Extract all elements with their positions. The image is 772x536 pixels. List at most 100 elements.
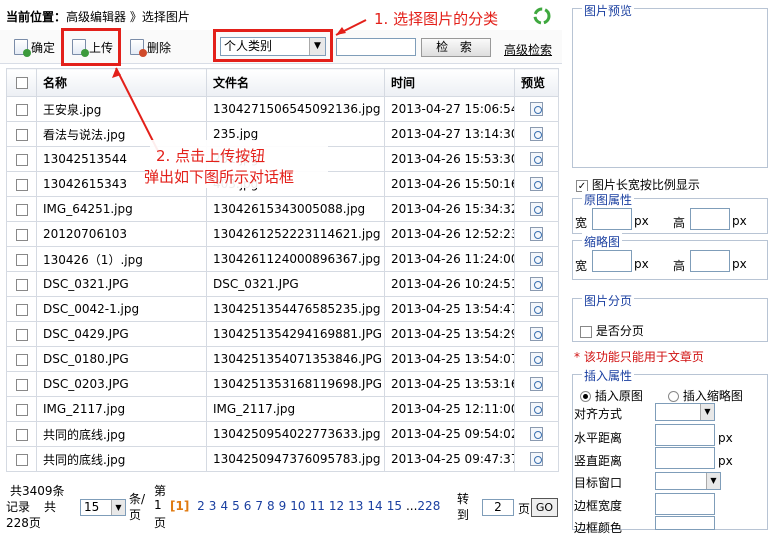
- paging-checkbox[interactable]: [580, 325, 592, 338]
- search-input[interactable]: [336, 38, 416, 56]
- preview-icon[interactable]: [530, 102, 543, 117]
- row-checkbox[interactable]: [15, 128, 28, 141]
- table-row[interactable]: 王安泉.jpg 1304271506545092136.jpg 2013-04-…: [6, 96, 559, 122]
- preview-icon[interactable]: [530, 327, 543, 342]
- page-link[interactable]: 13: [348, 499, 363, 513]
- row-checkbox[interactable]: [15, 353, 28, 366]
- table-row[interactable]: 共同的底线.jpg 1304250947376095783.jpg 2013-0…: [6, 446, 559, 472]
- preview-icon[interactable]: [530, 202, 543, 217]
- column-header-name[interactable]: 名称: [36, 68, 207, 97]
- border-color-input[interactable]: [655, 516, 715, 530]
- table-row[interactable]: DSC_0429.JPG 1304251354294169881.JPG 201…: [6, 321, 559, 347]
- page-link[interactable]: 9: [279, 499, 287, 513]
- insert-original-radio[interactable]: [580, 391, 591, 402]
- preview-icon[interactable]: [530, 152, 543, 167]
- category-select[interactable]: 个人类别 ▼: [220, 37, 326, 56]
- row-checkbox[interactable]: [15, 328, 28, 341]
- row-checkbox[interactable]: [15, 453, 28, 466]
- page-link[interactable]: 11: [310, 499, 325, 513]
- page-link[interactable]: 8: [267, 499, 275, 513]
- row-preview-cell: [514, 346, 559, 372]
- hspace-input[interactable]: [655, 424, 715, 446]
- confirm-label: 确定: [31, 40, 56, 55]
- table-row[interactable]: DSC_0180.JPG 1304251354071353846.JPG 201…: [6, 346, 559, 372]
- confirm-button[interactable]: 确定: [14, 36, 55, 58]
- row-time: 2013-04-25 12:11:00: [384, 396, 515, 422]
- page-link[interactable]: 14: [367, 499, 382, 513]
- refresh-icon[interactable]: [532, 6, 552, 26]
- row-name: 王安泉.jpg: [36, 96, 207, 122]
- page-link[interactable]: 6: [244, 499, 252, 513]
- keep-ratio-checkbox[interactable]: [576, 179, 588, 192]
- align-select[interactable]: ▼: [655, 403, 715, 421]
- row-checkbox[interactable]: [15, 378, 28, 391]
- row-time: 2013-04-27 13:14:30: [384, 121, 515, 147]
- table-row[interactable]: 共同的底线.jpg 1304250954022773633.jpg 2013-0…: [6, 421, 559, 447]
- preview-icon[interactable]: [530, 177, 543, 192]
- preview-icon[interactable]: [530, 127, 543, 142]
- column-header-time[interactable]: 时间: [384, 68, 515, 97]
- annotation-step1: 1. 选择图片的分类: [374, 10, 499, 28]
- page-link[interactable]: 3: [209, 499, 217, 513]
- target-select[interactable]: ▼: [655, 472, 721, 490]
- insert-thumb-option[interactable]: 插入缩略图: [668, 387, 743, 404]
- preview-icon[interactable]: [530, 227, 543, 242]
- insert-thumb-radio[interactable]: [668, 391, 679, 402]
- pager: 共3409条 记录 共 228页 15 ▼ 条/ 页 第 1 页 [1] 234…: [6, 478, 558, 530]
- insert-original-option[interactable]: 插入原图: [580, 387, 643, 404]
- select-all-checkbox[interactable]: [15, 77, 28, 89]
- thumb-width-input[interactable]: [592, 250, 632, 272]
- table-row[interactable]: 130426（1）.jpg 1304261124000896367.jpg 20…: [6, 246, 559, 272]
- goto-page-input[interactable]: 2: [482, 499, 514, 516]
- row-checkbox[interactable]: [15, 403, 28, 416]
- table-row[interactable]: DSC_0042-1.jpg 1304251354476585235.jpg 2…: [6, 296, 559, 322]
- row-checkbox[interactable]: [15, 253, 28, 266]
- row-checkbox[interactable]: [15, 203, 28, 216]
- table-row[interactable]: DSC_0203.JPG 1304251353168119698.JPG 201…: [6, 371, 559, 397]
- row-checkbox[interactable]: [15, 428, 28, 441]
- preview-icon[interactable]: [530, 427, 543, 442]
- row-checkbox[interactable]: [15, 153, 28, 166]
- page-link[interactable]: 2: [197, 499, 205, 513]
- preview-icon[interactable]: [530, 377, 543, 392]
- page-link[interactable]: 10: [290, 499, 305, 513]
- go-button[interactable]: GO: [531, 498, 558, 517]
- original-height-input[interactable]: [690, 208, 730, 230]
- per-page-select[interactable]: 15 ▼: [80, 499, 126, 516]
- advanced-search-link[interactable]: 高级检索: [504, 41, 552, 58]
- table-row[interactable]: IMG_2117.jpg IMG_2117.jpg 2013-04-25 12:…: [6, 396, 559, 422]
- row-checkbox[interactable]: [15, 103, 28, 116]
- preview-icon[interactable]: [530, 352, 543, 367]
- table-row[interactable]: IMG_64251.jpg 13042615343005088.jpg 2013…: [6, 196, 559, 222]
- thumb-height-input[interactable]: [690, 250, 730, 272]
- row-checkbox[interactable]: [15, 228, 28, 241]
- page-link[interactable]: 15: [387, 499, 402, 513]
- page-ellipsis: ...: [405, 499, 418, 513]
- preview-icon[interactable]: [530, 452, 543, 467]
- preview-icon[interactable]: [530, 402, 543, 417]
- preview-icon[interactable]: [530, 302, 543, 317]
- page-link[interactable]: 5: [232, 499, 240, 513]
- table-row[interactable]: 20120706103 1304261252223114621.jpg 2013…: [6, 221, 559, 247]
- vspace-input[interactable]: [655, 447, 715, 469]
- row-checkbox[interactable]: [15, 278, 28, 291]
- delete-button[interactable]: 删除: [130, 36, 171, 58]
- search-button[interactable]: 检 索: [421, 38, 491, 57]
- row-checkbox[interactable]: [15, 178, 28, 191]
- original-width-input[interactable]: [592, 208, 632, 230]
- preview-icon[interactable]: [530, 277, 543, 292]
- border-width-input[interactable]: [655, 493, 715, 515]
- preview-icon[interactable]: [530, 252, 543, 267]
- row-name: 130426（1）.jpg: [36, 246, 207, 272]
- page-link[interactable]: 7: [255, 499, 263, 513]
- page-link-last[interactable]: 228: [417, 499, 440, 513]
- page-link[interactable]: 4: [220, 499, 228, 513]
- table-row[interactable]: DSC_0321.JPG DSC_0321.JPG 2013-04-26 10:…: [6, 271, 559, 297]
- column-header-file[interactable]: 文件名: [206, 68, 385, 97]
- upload-button[interactable]: 上传: [72, 36, 113, 58]
- row-preview-cell: [514, 121, 559, 147]
- row-time: 2013-04-25 13:54:47: [384, 296, 515, 322]
- row-checkbox[interactable]: [15, 303, 28, 316]
- insert-thumb-label: 插入缩略图: [682, 389, 743, 403]
- page-link[interactable]: 12: [329, 499, 344, 513]
